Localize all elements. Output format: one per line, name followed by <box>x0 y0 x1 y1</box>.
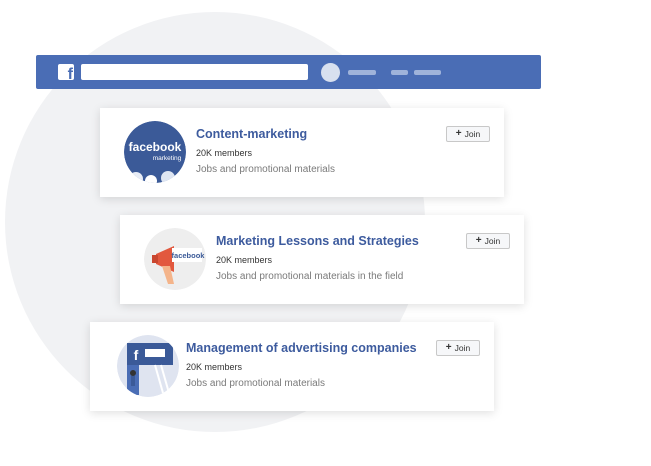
group-description: Jobs and promotional materials <box>196 164 335 175</box>
plus-icon: + <box>455 128 462 139</box>
group-members-count: 20K members <box>216 255 273 265</box>
group-thumbnail: f <box>117 335 179 397</box>
group-description: Jobs and promotional materials in the fi… <box>216 271 404 282</box>
nav-link-placeholder[interactable] <box>348 70 376 75</box>
group-title[interactable]: Management of advertising companies <box>186 341 417 355</box>
search-input[interactable] <box>81 64 308 80</box>
group-members-count: 20K members <box>186 362 243 372</box>
top-navigation-bar: f <box>36 55 541 89</box>
join-button[interactable]: + Join <box>466 233 510 249</box>
group-card: facebook Marketing Lessons and Strategie… <box>120 215 524 304</box>
thumb-brand-text: facebook <box>172 251 206 260</box>
group-members-count: 20K members <box>196 148 253 158</box>
thumb-brand-text: facebook <box>129 140 182 154</box>
plus-icon: + <box>475 235 482 246</box>
facebook-logo-icon[interactable]: f <box>58 64 74 80</box>
thumb-brand-subtext: marketing <box>153 155 182 162</box>
join-button[interactable]: + Join <box>436 340 480 356</box>
nav-link-placeholder[interactable] <box>391 70 408 75</box>
plus-icon: + <box>445 342 452 353</box>
group-card: f Management of advertising companies 20… <box>90 322 494 411</box>
nav-link-placeholder[interactable] <box>414 70 441 75</box>
avatar[interactable] <box>321 63 340 82</box>
group-card: facebook marketing Content-marketing 20K… <box>100 108 504 197</box>
group-thumbnail: facebook <box>144 228 206 290</box>
group-title[interactable]: Content-marketing <box>196 127 307 141</box>
group-thumbnail: facebook marketing <box>124 121 186 183</box>
join-button[interactable]: + Join <box>446 126 490 142</box>
group-description: Jobs and promotional materials <box>186 378 325 389</box>
group-title[interactable]: Marketing Lessons and Strategies <box>216 234 419 248</box>
thumb-brand-text: f <box>134 347 139 363</box>
